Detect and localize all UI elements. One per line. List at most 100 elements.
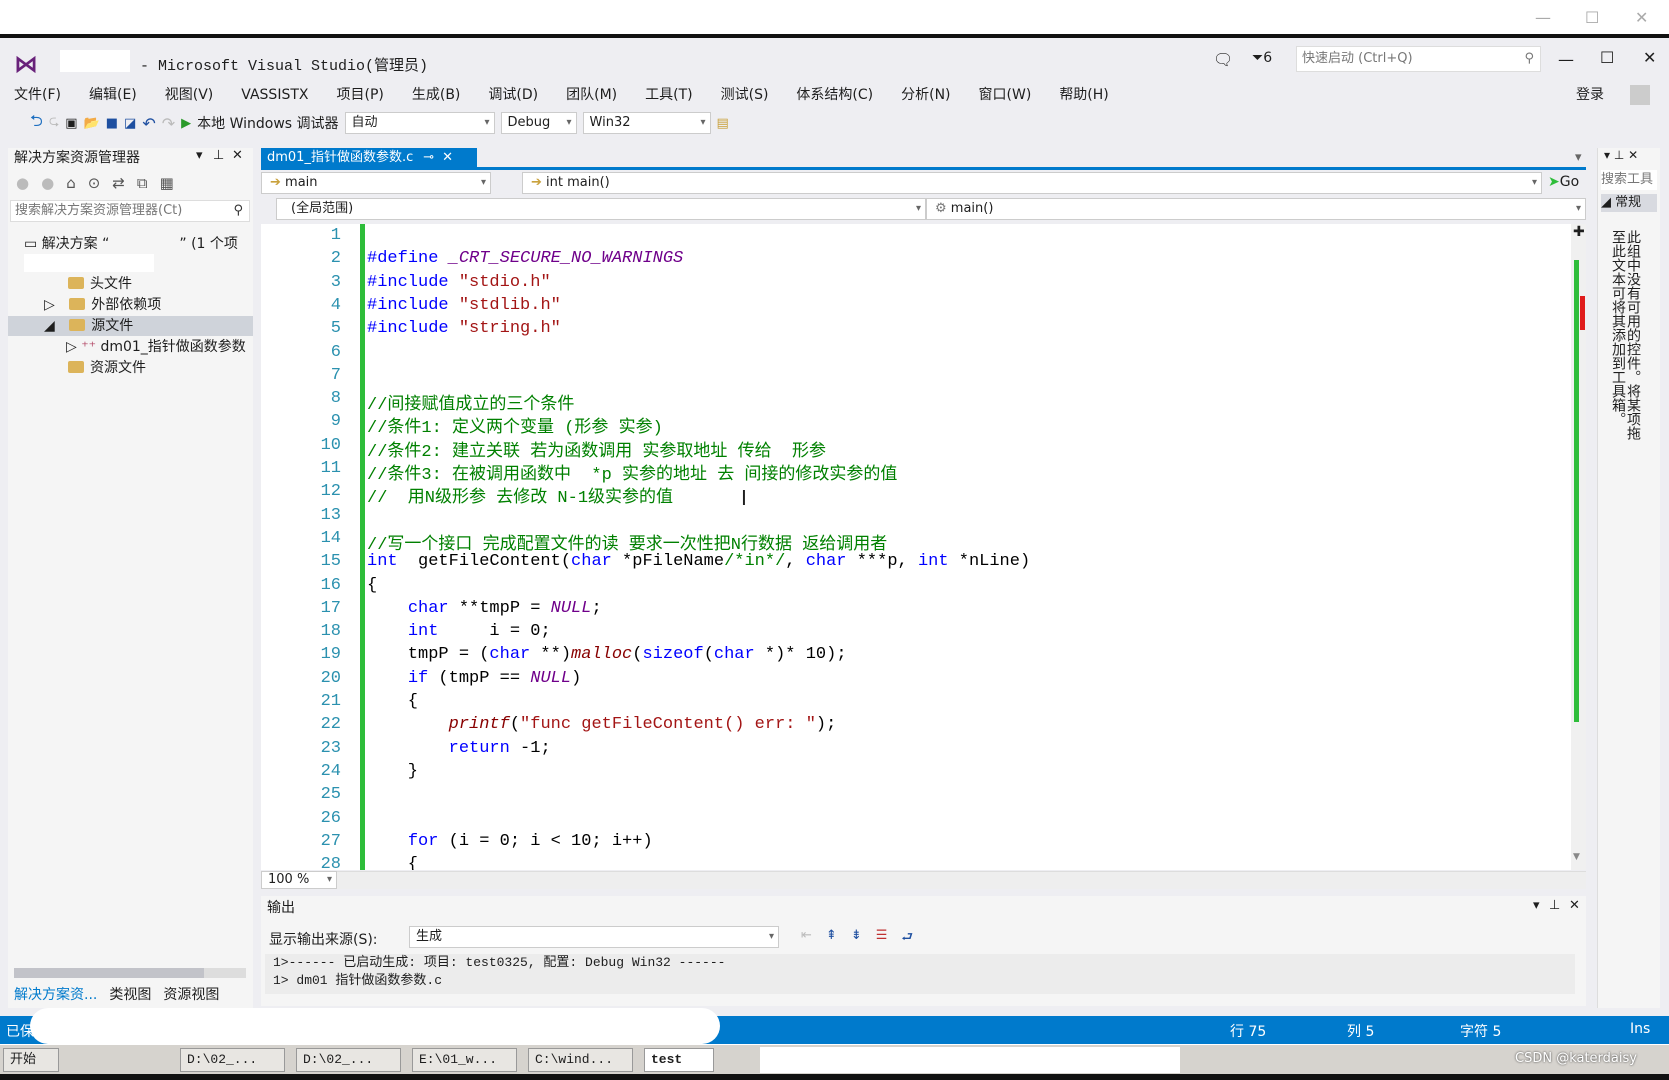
pin-icon[interactable]: ⊥ — [213, 148, 224, 163]
toolbox-search-input[interactable]: 搜索工具 — [1601, 170, 1657, 190]
pin-icon[interactable]: ⊥ — [1549, 898, 1560, 913]
solution-search-input[interactable]: 搜索解决方案资源管理器(Ct) ⚲ — [10, 200, 250, 222]
line-number: 21 — [320, 692, 341, 711]
close-button[interactable]: ✕ — [1643, 48, 1656, 67]
taskbar-item[interactable]: D:\02_... — [180, 1048, 285, 1072]
back-icon[interactable]: ● — [16, 174, 29, 192]
nav-scope-label: main — [285, 175, 318, 190]
platform-dropdown[interactable]: Win32 — [582, 112, 711, 134]
menu-help[interactable]: 帮助(H) — [1045, 83, 1122, 107]
undo-icon[interactable]: ↶ — [142, 114, 155, 133]
tree-header-files[interactable]: 头文件 — [68, 274, 132, 294]
redo-icon[interactable]: ↷ — [162, 114, 175, 133]
refresh-icon[interactable]: ⇄ — [112, 174, 125, 192]
back-icon[interactable]: ⮌ — [30, 110, 43, 137]
word-wrap-icon[interactable]: ⮐ — [901, 928, 913, 950]
menu-file[interactable]: 文件(F) — [0, 83, 75, 107]
menu-vassistx[interactable]: VASSISTX — [227, 83, 322, 107]
tab-overflow-icon[interactable]: ▾ — [1575, 150, 1582, 165]
start-debug-icon[interactable]: ▶ — [181, 116, 191, 131]
tree-source-file[interactable]: ▷ ⁺⁺ dm01_指针做函数参数 — [66, 337, 253, 357]
go-to-line-icon[interactable]: ⇤ — [801, 928, 812, 950]
pin-icon[interactable]: ⊸ — [423, 150, 434, 165]
start-button[interactable]: 开始 — [3, 1048, 59, 1072]
expand-icon[interactable]: ▷ — [44, 297, 59, 313]
next-message-icon[interactable]: ⇟ — [851, 928, 862, 950]
restore-button[interactable]: ☐ — [1600, 48, 1614, 67]
solution-config-auto-dropdown[interactable]: 自动 — [344, 112, 495, 134]
outer-close-button[interactable]: ✕ — [1635, 8, 1648, 27]
scope-dropdown[interactable]: (全局范围) — [276, 198, 926, 220]
member-nav-dropdown[interactable]: ➔ int main() — [522, 172, 1542, 194]
function-dropdown[interactable]: ⚙ main() — [926, 198, 1586, 220]
project-nav-dropdown[interactable]: ➔ main — [261, 172, 491, 194]
tab-resource-view[interactable]: 资源视图 — [163, 984, 219, 1004]
taskbar-item[interactable]: C:\wind... — [528, 1048, 633, 1072]
tab-close-icon[interactable]: ✕ — [442, 150, 453, 165]
toolbox-header-controls[interactable]: ▾ ⊥ ✕ — [1604, 148, 1638, 162]
login-link[interactable]: 登录 — [1562, 83, 1618, 107]
panel-dropdown-icon[interactable]: ▾ — [1533, 898, 1540, 913]
configuration-dropdown[interactable]: Debug — [500, 112, 577, 134]
home-icon[interactable]: ⌂ — [66, 174, 76, 192]
panel-dropdown-icon[interactable]: ▾ — [196, 148, 203, 163]
sync-icon[interactable]: ⊙ — [88, 174, 101, 192]
menu-architecture[interactable]: 体系结构(C) — [782, 83, 887, 107]
zoom-dropdown[interactable]: 100 % — [261, 871, 337, 889]
menu-debug[interactable]: 调试(D) — [474, 83, 552, 107]
taskbar-item[interactable]: D:\02_... — [296, 1048, 401, 1072]
outer-maximize-button[interactable]: ☐ — [1585, 8, 1599, 27]
expand-icon[interactable]: ▷ — [66, 339, 81, 355]
account-avatar-icon[interactable] — [1630, 85, 1650, 105]
collapse-icon[interactable]: ◢ — [44, 318, 59, 334]
feedback-icon[interactable]: 🗨 — [1213, 50, 1233, 69]
go-button[interactable]: ➤Go — [1548, 174, 1579, 190]
scrollbar-thumb[interactable] — [14, 968, 204, 978]
tab-solution-explorer[interactable]: 解决方案资... — [14, 984, 97, 1004]
forward-icon[interactable]: ● — [41, 174, 54, 192]
menu-project[interactable]: 项目(P) — [322, 83, 397, 107]
tree-project-redacted[interactable] — [24, 254, 154, 272]
panel-close-icon[interactable]: ✕ — [232, 148, 243, 163]
minimize-button[interactable]: — — [1558, 50, 1574, 69]
new-project-icon[interactable]: ▣ — [65, 116, 77, 131]
split-icon[interactable]: ✚ — [1573, 224, 1585, 240]
menu-edit[interactable]: 编辑(E) — [75, 83, 151, 107]
clear-all-icon[interactable]: ☰ — [876, 928, 888, 950]
collapse-all-icon[interactable]: ⧉ — [137, 174, 148, 192]
previous-message-icon[interactable]: ⇞ — [826, 928, 837, 950]
forward-icon[interactable]: ⮎ — [49, 112, 59, 134]
tree-solution[interactable]: ▭ 解决方案 “ ” (1 个项 — [24, 234, 238, 254]
nav-member-label: int main() — [546, 175, 610, 190]
output-source-dropdown[interactable]: 生成 — [409, 926, 779, 948]
save-all-icon[interactable]: ◪ — [124, 116, 136, 131]
outer-minimize-button[interactable]: — — [1535, 8, 1551, 27]
toolbar-extra-icon[interactable]: ▤ — [717, 116, 729, 131]
scroll-down-icon[interactable]: ▼ — [1573, 852, 1580, 862]
quick-launch-input[interactable]: 快速启动 (Ctrl+Q) ⚲ — [1296, 46, 1541, 72]
properties-icon[interactable]: ▦ — [160, 174, 174, 192]
tree-source-files[interactable]: ◢ 源文件 — [8, 316, 253, 336]
menu-window[interactable]: 窗口(W) — [965, 83, 1046, 107]
notifications-flag-icon[interactable]: ⏷6 — [1252, 50, 1272, 66]
tree-external-deps[interactable]: ▷ 外部依赖项 — [44, 295, 161, 315]
start-debugger-button[interactable]: 本地 Windows 调试器 — [197, 113, 338, 133]
code-editor[interactable]: 1 2 #define _CRT_SECURE_NO_WARNINGS 3 #inclu… — [261, 224, 1571, 870]
open-file-icon[interactable]: 📂 — [84, 116, 100, 131]
tree-resource-files[interactable]: 资源文件 — [68, 358, 146, 378]
menu-analyze[interactable]: 分析(N) — [887, 83, 964, 107]
panel-close-icon[interactable]: ✕ — [1569, 898, 1580, 913]
menu-build[interactable]: 生成(B) — [398, 83, 475, 107]
taskbar-item-active[interactable]: test — [644, 1048, 714, 1072]
menu-tools[interactable]: 工具(T) — [631, 83, 706, 107]
save-icon[interactable]: ■ — [106, 116, 118, 131]
tab-dm01-source[interactable]: dm01_指针做函数参数.c ⊸ ✕ — [261, 148, 477, 168]
menu-test[interactable]: 测试(S) — [707, 83, 783, 107]
vertical-scrollbar[interactable]: ✚ ▼ — [1571, 224, 1586, 870]
taskbar-item[interactable]: E:\01_w... — [412, 1048, 517, 1072]
toolbox-group-general[interactable]: ◢ 常规 — [1601, 194, 1657, 212]
horizontal-scrollbar[interactable] — [14, 968, 246, 978]
tab-class-view[interactable]: 类视图 — [109, 984, 151, 1004]
menu-view[interactable]: 视图(V) — [151, 83, 228, 107]
menu-team[interactable]: 团队(M) — [552, 83, 631, 107]
